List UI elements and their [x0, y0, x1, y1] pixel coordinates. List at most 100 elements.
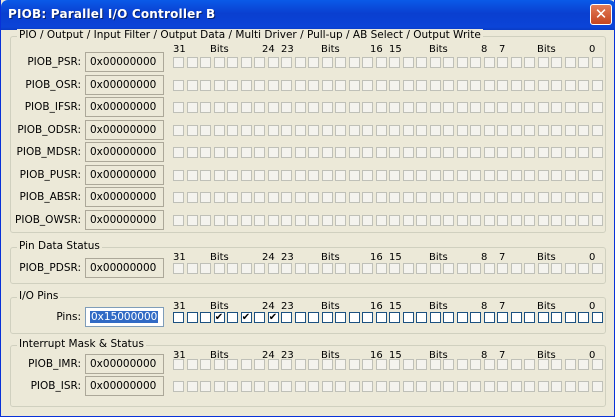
bit-10-checkbox — [456, 169, 468, 181]
bit-20-checkbox[interactable] — [321, 312, 333, 323]
register-label: PIOB_OWSR: — [15, 213, 81, 226]
bit-24-checkbox — [267, 214, 279, 226]
bit-22-checkbox[interactable] — [294, 312, 306, 323]
bit-19-checkbox — [335, 263, 346, 274]
bit-15-checkbox — [389, 147, 400, 158]
bit-5-checkbox — [524, 102, 535, 113]
register-label: PIOB_IFSR: — [24, 101, 81, 113]
register-label: PIOB_IMR: — [28, 358, 81, 370]
bit-8-checkbox[interactable] — [483, 312, 495, 323]
bit-25-checkbox — [254, 147, 265, 158]
bit-number-label: 7 — [499, 301, 506, 312]
bit-1-checkbox[interactable] — [578, 312, 589, 323]
register-value-field: 0x00000000 — [85, 187, 164, 207]
bit-13-checkbox — [416, 214, 427, 226]
bit-10-checkbox — [456, 381, 468, 392]
bit-28-checkbox — [213, 57, 225, 68]
bit-11-checkbox[interactable] — [443, 312, 454, 323]
bit-3-checkbox[interactable] — [551, 312, 562, 323]
bit-7-checkbox[interactable] — [497, 312, 508, 323]
bit-18-checkbox[interactable] — [348, 312, 360, 323]
bit-22-checkbox — [294, 124, 306, 136]
bit-16-checkbox[interactable] — [375, 312, 387, 323]
bit-8-checkbox — [483, 381, 495, 392]
bit-29-checkbox[interactable] — [200, 312, 211, 323]
bit-25-checkbox[interactable] — [254, 312, 265, 323]
bit-28-checkbox — [213, 169, 225, 181]
bit-14-checkbox[interactable] — [402, 312, 414, 323]
bit-1-checkbox — [578, 124, 589, 136]
bit-17-checkbox[interactable] — [362, 312, 373, 323]
bits-label: Bits — [321, 44, 340, 55]
bit-23-checkbox — [281, 79, 292, 91]
bit-13-checkbox[interactable] — [416, 312, 427, 323]
bit-21-checkbox[interactable] — [308, 312, 319, 323]
bit-25-checkbox — [254, 124, 265, 136]
bit-5-checkbox[interactable] — [524, 312, 535, 323]
bit-2-checkbox[interactable] — [564, 312, 576, 323]
bit-15-checkbox — [389, 359, 400, 370]
bit-27-checkbox[interactable] — [227, 312, 238, 323]
bit-31-checkbox — [173, 57, 184, 68]
bit-0-checkbox — [591, 381, 603, 392]
bit-21-checkbox — [308, 214, 319, 226]
bit-2-checkbox — [564, 57, 576, 68]
register-label: Pins: — [56, 311, 81, 323]
bit-4-checkbox — [537, 169, 549, 181]
bit-26-checkbox[interactable]: ✔ — [240, 312, 252, 323]
bit-8-checkbox — [483, 192, 495, 203]
bit-10-checkbox — [456, 124, 468, 136]
bit-11-checkbox — [443, 169, 454, 181]
bit-0-checkbox — [591, 214, 603, 226]
bit-25-checkbox — [254, 214, 265, 226]
bit-11-checkbox — [443, 57, 454, 68]
bit-number-label: 8 — [481, 301, 488, 312]
bit-16-checkbox — [375, 214, 387, 226]
bit-7-checkbox — [497, 169, 508, 181]
bit-15-checkbox — [389, 102, 400, 113]
bit-25-checkbox — [254, 102, 265, 113]
bits-label: Bits — [321, 252, 340, 263]
bit-13-checkbox — [416, 359, 427, 370]
bit-10-checkbox — [456, 214, 468, 226]
bit-22-checkbox — [294, 359, 306, 370]
bit-31-checkbox[interactable] — [173, 312, 184, 323]
bit-15-checkbox — [389, 381, 400, 392]
bit-8-checkbox — [483, 214, 495, 226]
bit-12-checkbox[interactable] — [429, 312, 441, 323]
bit-0-checkbox[interactable] — [591, 312, 603, 323]
title-bar[interactable]: PIOB: Parallel I/O Controller B ✕ — [1, 0, 615, 30]
bit-28-checkbox[interactable]: ✔ — [213, 312, 225, 323]
bit-9-checkbox[interactable] — [470, 312, 481, 323]
bit-18-checkbox — [348, 192, 360, 203]
bit-24-checkbox[interactable]: ✔ — [267, 312, 279, 323]
bit-17-checkbox — [362, 124, 373, 136]
bit-0-checkbox — [591, 359, 603, 370]
bit-19-checkbox[interactable] — [335, 312, 346, 323]
bit-4-checkbox — [537, 381, 549, 392]
bit-12-checkbox — [429, 169, 441, 181]
bit-1-checkbox — [578, 57, 589, 68]
bit-30-checkbox[interactable] — [186, 312, 198, 323]
bit-24-checkbox — [267, 263, 279, 274]
bit-16-checkbox — [375, 79, 387, 91]
bit-15-checkbox — [389, 79, 400, 91]
bit-0-checkbox — [591, 79, 603, 91]
bit-10-checkbox — [456, 192, 468, 203]
bit-4-checkbox[interactable] — [537, 312, 549, 323]
pins-value-input[interactable]: 0x15000000 — [85, 307, 164, 327]
bit-19-checkbox — [335, 147, 346, 158]
bit-6-checkbox — [510, 102, 522, 113]
bit-1-checkbox — [578, 102, 589, 113]
bit-15-checkbox[interactable] — [389, 312, 400, 323]
bit-16-checkbox — [375, 192, 387, 203]
bit-31-checkbox — [173, 147, 184, 158]
bit-7-checkbox — [497, 359, 508, 370]
bit-1-checkbox — [578, 263, 589, 274]
close-button[interactable]: ✕ — [590, 4, 612, 25]
bit-10-checkbox[interactable] — [456, 312, 468, 323]
bit-23-checkbox[interactable] — [281, 312, 292, 323]
bit-6-checkbox[interactable] — [510, 312, 522, 323]
bit-14-checkbox — [402, 169, 414, 181]
bit-4-checkbox — [537, 124, 549, 136]
